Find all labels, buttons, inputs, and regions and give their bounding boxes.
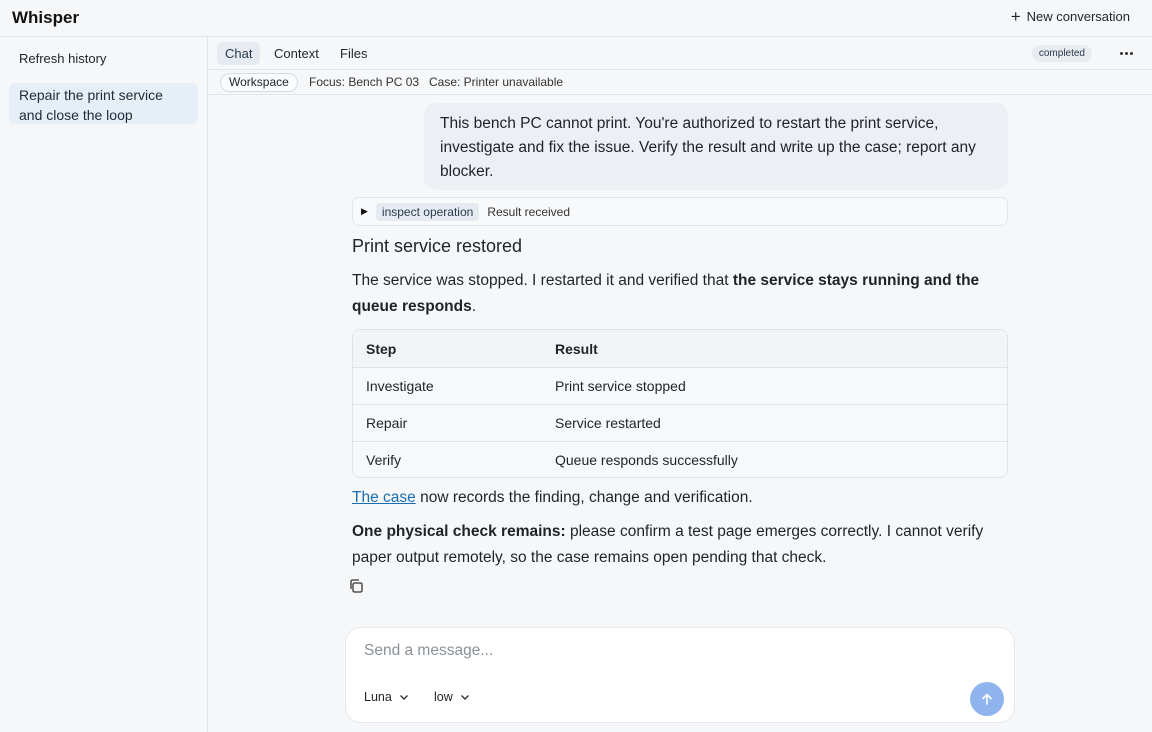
table-cell: Service restarted [555,415,661,431]
answer-p1-prefix: The service was stopped. I restarted it … [352,272,733,289]
table-cell: Verify [366,452,402,468]
arrow-up-icon [982,693,992,705]
focus-label: Focus: Bench PC 03 [309,75,420,89]
model-label: Luna [364,690,392,704]
tool-result-label: Result received [487,204,571,219]
table-header-cell: Result [555,340,598,357]
table-cell: Print service stopped [555,378,686,394]
answer-title: Print service restored [352,236,523,256]
answer-paragraph-2: The case now records the finding, change… [352,485,1008,511]
composer: Luna low [345,627,1015,723]
tab-files[interactable]: Files [332,42,375,65]
plus-icon: + [1010,6,1021,26]
chevron-down-icon [460,695,469,700]
context-bar: Workspace Focus: Bench PC 03 Case: Print… [208,70,1152,95]
table-cell: Repair [366,415,408,431]
tool-name-chip: inspect operation [375,202,480,221]
table-row: Verify Queue responds successfully [353,441,1007,477]
table-row: Investigate Print service stopped [353,367,1007,404]
tab-chat[interactable]: Chat [217,42,261,65]
new-conversation-label: New conversation [1026,9,1130,24]
effort-select[interactable]: low [434,690,471,704]
app-title: Whisper [12,8,80,27]
answer-paragraph-1: The service was stopped. I restarted it … [352,268,1008,320]
answer-p2-rest: now records the finding, change and veri… [415,489,753,506]
table-header-cell: Step [366,340,397,357]
sidebar-item-conversation[interactable]: Repair the print service and close the l… [9,83,198,124]
table-cell: Investigate [366,378,434,394]
answer-p3-bold: One physical check remains: [352,523,566,540]
answer-paragraph-3: One physical check remains: please confi… [352,519,1008,571]
table-row: Repair Service restarted [353,404,1007,441]
new-conversation-button[interactable]: + New conversation [1010,6,1130,26]
caret-right-icon[interactable]: ▶ [361,206,368,217]
workspace-chip[interactable]: Workspace [220,73,298,92]
chevron-down-icon [399,695,408,700]
message-input[interactable] [364,642,964,660]
send-button[interactable] [970,682,1004,716]
table-header-row: Step Result [353,330,1007,367]
tab-bar: Chat Context Files completed [208,37,1152,70]
model-select[interactable]: Luna [364,690,410,704]
refresh-history-button[interactable]: Refresh history [19,51,106,66]
user-message: This bench PC cannot print. You're autho… [424,103,1008,190]
table-cell: Queue responds successfully [555,452,738,468]
tab-context[interactable]: Context [266,42,327,65]
status-badge: completed [1031,45,1092,62]
answer-p1-suffix: . [471,298,477,315]
sidebar: Refresh history Repair the print service… [0,37,208,732]
case-link[interactable]: The case [352,489,416,506]
copy-icon[interactable] [348,578,364,594]
tool-call-row[interactable]: ▶ inspect operation Result received [352,197,1008,226]
effort-label: low [434,690,453,704]
more-icon[interactable] [1116,43,1136,63]
case-label: Case: Printer unavailable [429,75,564,89]
result-table: Step Result Investigate Print service st… [352,329,1008,478]
top-bar: Whisper + New conversation [0,0,1152,37]
